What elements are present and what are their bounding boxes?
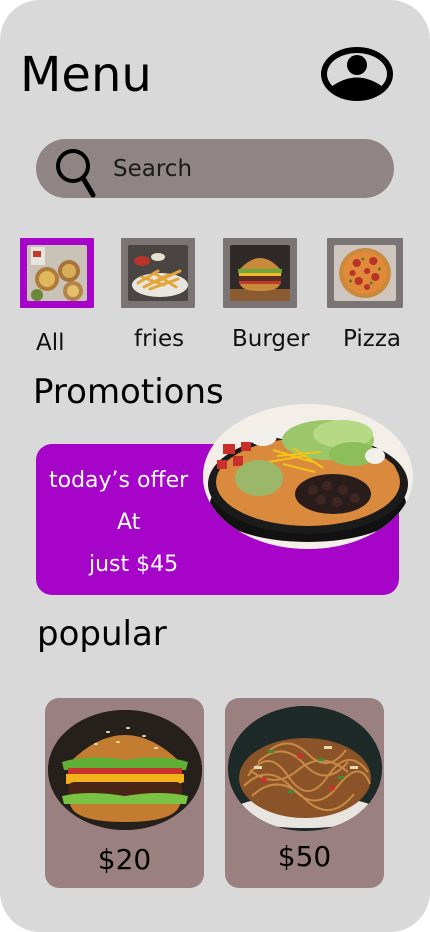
search-bar[interactable] bbox=[36, 139, 394, 198]
popular-heading: popular bbox=[37, 614, 167, 654]
page-title: Menu bbox=[20, 47, 152, 103]
category-fries-label: fries bbox=[134, 326, 185, 352]
promo-offer-line1: today’s offer bbox=[49, 468, 189, 493]
category-fries-image bbox=[128, 245, 188, 301]
popular-item-noodles[interactable]: $50 bbox=[225, 698, 384, 888]
promo-offer-line3: just $45 bbox=[89, 552, 179, 577]
promo-food-image bbox=[203, 404, 413, 549]
category-all-label: All bbox=[36, 330, 65, 356]
category-all-thumbnail bbox=[20, 238, 94, 308]
category-pizza-image bbox=[334, 245, 396, 301]
category-burger-image bbox=[230, 245, 290, 301]
burger-price: $20 bbox=[97, 843, 152, 876]
profile-button[interactable] bbox=[318, 44, 396, 104]
burger-image bbox=[48, 710, 202, 830]
search-input[interactable] bbox=[111, 151, 375, 187]
noodles-image bbox=[228, 706, 382, 831]
search-icon bbox=[56, 149, 96, 198]
promo-offer-line2: At bbox=[117, 510, 141, 535]
promotions-heading: Promotions bbox=[33, 372, 224, 412]
noodles-price: $50 bbox=[277, 840, 332, 873]
popular-item-burger[interactable]: $20 bbox=[45, 698, 204, 888]
category-all-image bbox=[27, 245, 87, 301]
category-fries-thumbnail bbox=[121, 238, 195, 308]
category-fries[interactable]: fries bbox=[121, 238, 197, 352]
category-burger[interactable]: Burger bbox=[223, 238, 310, 352]
category-all[interactable]: All bbox=[20, 238, 96, 356]
profile-icon bbox=[321, 47, 393, 101]
category-pizza-label: Pizza bbox=[343, 326, 401, 352]
app-screen: Menu Search All fries Burger Pizza Promo… bbox=[0, 0, 430, 932]
category-pizza-thumbnail bbox=[327, 238, 403, 308]
category-burger-thumbnail bbox=[223, 238, 297, 308]
category-burger-label: Burger bbox=[232, 326, 310, 352]
category-pizza[interactable]: Pizza bbox=[327, 238, 403, 352]
